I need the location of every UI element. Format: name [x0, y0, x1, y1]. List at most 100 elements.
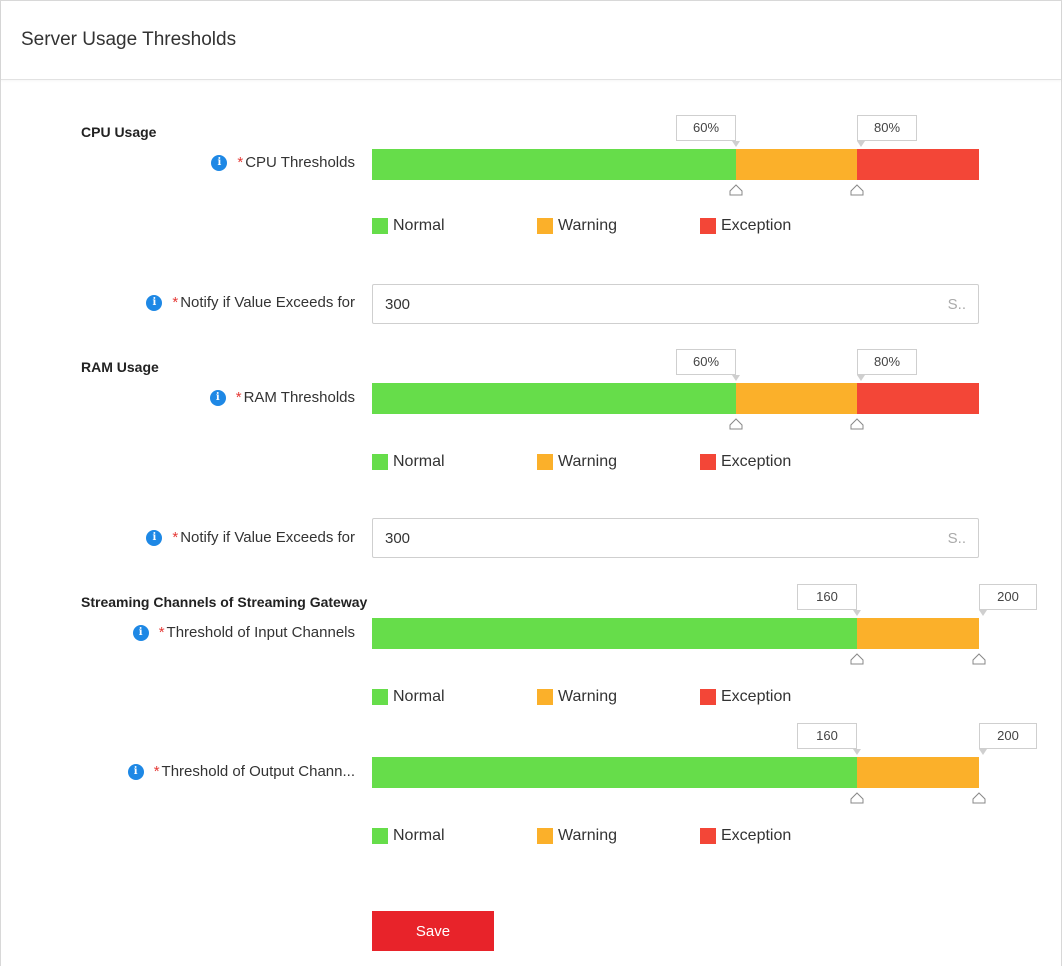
low-threshold-handle[interactable] — [729, 184, 743, 196]
warning-segment — [736, 149, 857, 180]
ram-thresholds-text: RAM Thresholds — [243, 389, 355, 406]
legend-exception-label: Exception — [721, 827, 792, 844]
warning-segment — [857, 618, 979, 649]
output-channels-slider[interactable]: 160 200 — [372, 723, 1037, 804]
ram-notify-unit: S.. — [947, 530, 966, 547]
ram-section-title: RAM Usage — [81, 359, 159, 375]
ram-notify-input[interactable]: 300 S.. — [372, 518, 979, 558]
warning-swatch — [537, 218, 553, 234]
normal-segment — [372, 149, 736, 180]
info-icon[interactable]: i — [127, 763, 144, 780]
required-mark: * — [172, 529, 179, 546]
low-threshold-handle[interactable] — [729, 418, 743, 430]
output-channels-text: Threshold of Output Chann... — [161, 763, 355, 780]
required-mark: * — [158, 624, 165, 641]
high-threshold-handle[interactable] — [850, 184, 864, 196]
high-threshold-marker: 200 — [979, 584, 1037, 616]
legend-warning: Warning — [537, 688, 617, 706]
warning-segment — [857, 757, 979, 788]
legend-warning-label: Warning — [558, 827, 617, 844]
legend-normal: Normal — [372, 453, 445, 471]
info-icon[interactable]: i — [132, 624, 149, 641]
low-threshold-marker: 60% — [676, 349, 740, 381]
high-threshold-marker: 80% — [857, 349, 917, 381]
normal-segment — [372, 618, 857, 649]
cpu-notify-label: i * Notify if Value Exceeds for — [146, 294, 355, 311]
warning-segment — [736, 383, 857, 414]
normal-swatch — [372, 218, 388, 234]
save-button[interactable]: Save — [372, 911, 494, 951]
cpu-thresholds-text: CPU Thresholds — [245, 154, 355, 171]
low-threshold-handle[interactable] — [850, 792, 864, 804]
legend-exception: Exception — [700, 453, 791, 471]
server-usage-thresholds-panel: Server Usage Thresholds CPU Usage i * CP… — [0, 0, 1062, 966]
legend-normal: Normal — [372, 217, 445, 235]
legend-warning: Warning — [537, 453, 617, 471]
high-threshold-handle[interactable] — [972, 653, 986, 665]
legend-normal-label: Normal — [393, 688, 445, 705]
normal-segment — [372, 757, 857, 788]
info-icon[interactable]: i — [146, 529, 163, 546]
normal-segment — [372, 383, 736, 414]
high-threshold-handle[interactable] — [850, 418, 864, 430]
legend-normal-label: Normal — [393, 827, 445, 844]
low-threshold-handle[interactable] — [850, 653, 864, 665]
info-icon[interactable]: i — [211, 154, 228, 171]
legend-exception: Exception — [700, 827, 791, 845]
legend-warning-label: Warning — [558, 453, 617, 470]
normal-swatch — [372, 828, 388, 844]
page-title: Server Usage Thresholds — [21, 29, 237, 50]
cpu-notify-text: Notify if Value Exceeds for — [180, 294, 355, 311]
legend-exception: Exception — [700, 217, 791, 235]
warning-swatch — [537, 828, 553, 844]
low-threshold-marker: 160 — [797, 723, 861, 755]
high-threshold-marker: 200 — [979, 723, 1037, 755]
legend-normal-label: Normal — [393, 217, 445, 234]
legend-warning: Warning — [537, 827, 617, 845]
legend-normal: Normal — [372, 827, 445, 845]
required-mark: * — [172, 294, 179, 311]
legend-normal-label: Normal — [393, 453, 445, 470]
legend-exception: Exception — [700, 688, 791, 706]
cpu-threshold-slider[interactable]: 60% 80% — [372, 115, 979, 196]
streaming-section-title: Streaming Channels of Streaming Gateway — [81, 594, 368, 610]
low-threshold-marker: 60% — [676, 115, 740, 147]
required-mark: * — [237, 154, 244, 171]
exception-swatch — [700, 828, 716, 844]
ram-thresholds-label: i * RAM Thresholds — [209, 389, 355, 406]
output-channels-label: i * Threshold of Output Chann... — [127, 763, 355, 780]
required-mark: * — [235, 389, 242, 406]
cpu-notify-unit: S.. — [947, 296, 966, 313]
legend-normal: Normal — [372, 688, 445, 706]
legend-exception-label: Exception — [721, 453, 792, 470]
ram-notify-value: 300 — [385, 530, 411, 547]
info-icon[interactable]: i — [146, 294, 163, 311]
exception-swatch — [700, 689, 716, 705]
info-icon[interactable]: i — [209, 389, 226, 406]
ram-threshold-slider[interactable]: 60% 80% — [372, 349, 979, 430]
legend-warning: Warning — [537, 217, 617, 235]
input-channels-text: Threshold of Input Channels — [166, 624, 355, 641]
legend-exception-label: Exception — [721, 688, 792, 705]
cpu-notify-value: 300 — [385, 296, 411, 313]
cpu-notify-input[interactable]: 300 S.. — [372, 284, 979, 324]
ram-notify-label: i * Notify if Value Exceeds for — [146, 529, 355, 546]
input-channels-label: i * Threshold of Input Channels — [132, 624, 355, 641]
exception-segment — [857, 383, 979, 414]
cpu-thresholds-label: i * CPU Thresholds — [211, 154, 355, 171]
ram-notify-text: Notify if Value Exceeds for — [180, 529, 355, 546]
normal-swatch — [372, 454, 388, 470]
panel-header: Server Usage Thresholds — [1, 1, 1061, 80]
legend-warning-label: Warning — [558, 217, 617, 234]
warning-swatch — [537, 689, 553, 705]
high-threshold-marker: 80% — [857, 115, 917, 147]
normal-swatch — [372, 689, 388, 705]
low-threshold-marker: 160 — [797, 584, 861, 616]
cpu-section-title: CPU Usage — [81, 124, 157, 140]
input-channels-slider[interactable]: 160 200 — [372, 584, 1037, 665]
high-threshold-handle[interactable] — [972, 792, 986, 804]
legend-warning-label: Warning — [558, 688, 617, 705]
exception-swatch — [700, 454, 716, 470]
required-mark: * — [153, 763, 160, 780]
legend-exception-label: Exception — [721, 217, 792, 234]
